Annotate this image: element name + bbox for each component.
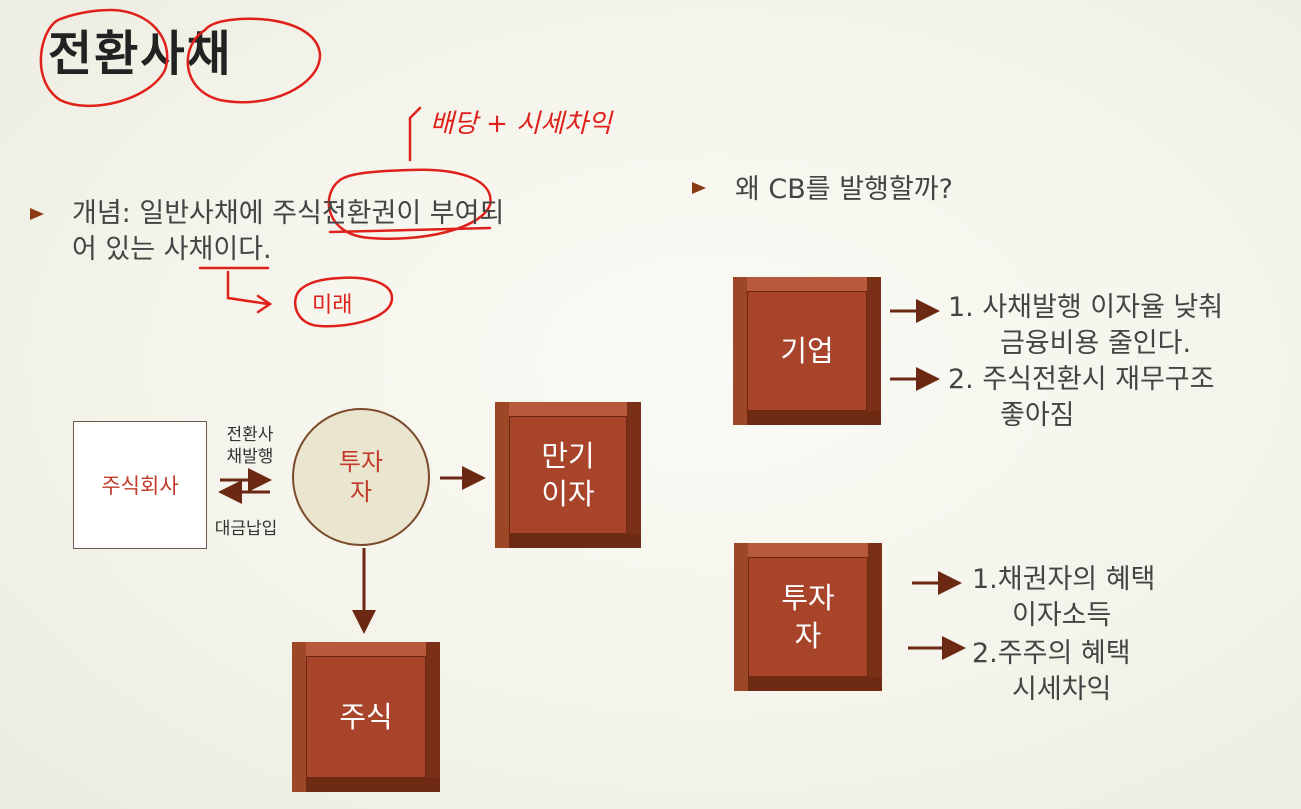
maturity-box: 만기 이자 <box>495 402 641 548</box>
investor-box-label-2: 자 <box>794 619 822 653</box>
investor-box: 투자 자 <box>734 543 882 691</box>
investor-benefit-1-line-2: 이자소득 <box>1012 600 1112 631</box>
corp-point-2-line-1: 2. 주식전환시 재무구조 <box>948 364 1215 395</box>
stock-box: 주식 <box>292 642 440 792</box>
stock-label: 주식 <box>339 700 393 734</box>
investor-box-label-1: 투자 <box>781 581 835 615</box>
investor-benefit-2-line-1: 2.주주의 혜택 <box>972 638 1131 669</box>
investor-benefit-1-line-1: 1.채권자의 혜택 <box>972 564 1156 595</box>
corp-point-2-line-2: 좋아짐 <box>1000 400 1075 431</box>
corporate-box: 기업 <box>733 277 881 425</box>
slide: 전환사채 배당 + 시세차익 미래 개념: 일반사채에 주식전환권이 부여되 어… <box>0 0 1301 809</box>
corp-point-1-line-2: 금융비용 줄인다. <box>1000 328 1192 359</box>
investor-benefit-2-line-2: 시세차익 <box>1012 674 1112 705</box>
corp-point-1-line-1: 1. 사채발행 이자율 낮춰 <box>948 292 1224 323</box>
maturity-label-1: 만기 <box>541 439 595 473</box>
corporate-label: 기업 <box>780 334 834 368</box>
maturity-label-2: 이자 <box>541 477 595 511</box>
